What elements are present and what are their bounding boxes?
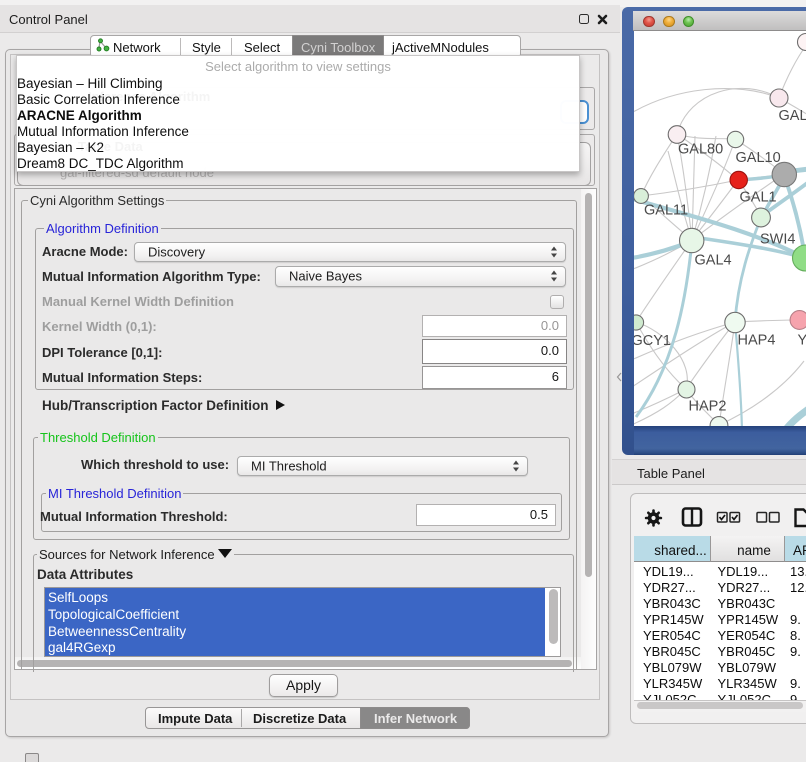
svg-text:HAP2: HAP2 xyxy=(689,399,727,415)
svg-text:YEL: YEL xyxy=(798,333,806,349)
svg-text:SWI4: SWI4 xyxy=(760,232,795,248)
svg-text:GAL4: GAL4 xyxy=(695,253,732,269)
svg-text:GAL80: GAL80 xyxy=(678,142,723,158)
svg-text:HAP4: HAP4 xyxy=(738,333,776,349)
svg-text:GAL10: GAL10 xyxy=(736,150,781,166)
svg-text:GCY1: GCY1 xyxy=(634,333,671,349)
svg-text:GAL11: GAL11 xyxy=(644,203,688,219)
svg-text:GAL2: GAL2 xyxy=(779,108,806,124)
svg-text:GAL1: GAL1 xyxy=(740,190,777,206)
